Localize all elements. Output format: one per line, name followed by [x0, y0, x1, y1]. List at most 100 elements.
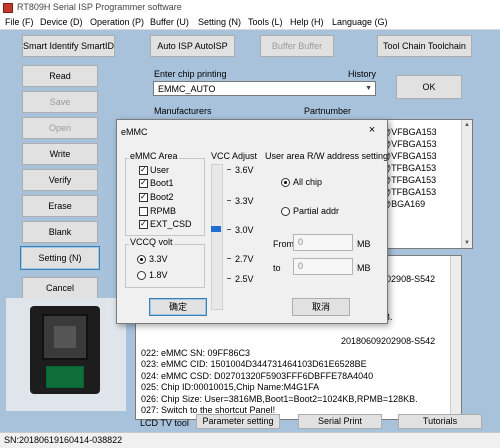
- check-icon: ✓: [140, 218, 147, 228]
- verify-button[interactable]: Verify: [22, 169, 98, 191]
- manufacturers-label: Manufacturers: [154, 106, 212, 116]
- scrollbar[interactable]: ▲ ▼: [461, 120, 472, 248]
- menu-setting[interactable]: Setting (N): [198, 17, 241, 27]
- vcc-tick-label: 2.5V: [235, 274, 254, 284]
- erase-button[interactable]: Erase: [22, 195, 98, 217]
- window-title: RT809H Serial ISP Programmer software: [17, 2, 182, 12]
- confirm-button[interactable]: 确定: [149, 298, 207, 316]
- auto-isp-button[interactable]: Auto ISP AutoISP: [150, 35, 235, 57]
- boot2-checkbox[interactable]: ✓ Boot2: [139, 192, 174, 202]
- cancel-button[interactable]: Cancel: [22, 277, 98, 299]
- status-bar: SN:20180619160414-038822: [0, 432, 500, 448]
- chip-socket-window: [42, 314, 88, 360]
- from-unit: MB: [357, 239, 371, 249]
- smart-identify-button[interactable]: Smart Identify SmartID: [22, 35, 115, 57]
- list-item[interactable]: @VFBGA153: [382, 151, 437, 161]
- log-line: 026: Chip Size: User=3816MB,Boot1=Boot2=…: [141, 394, 418, 404]
- dialog-cancel-button[interactable]: 取消: [292, 298, 350, 316]
- log-line: 025: Chip ID:00010015,Chip Name:M4G1FA: [141, 382, 320, 392]
- tick-mark: [227, 258, 231, 259]
- chip-printing-combo[interactable]: EMMC_AUTO ▼: [153, 81, 376, 96]
- dialog-title: eMMC: [121, 127, 148, 137]
- tick-mark: [227, 278, 231, 279]
- check-icon: ✓: [140, 177, 147, 187]
- to-input[interactable]: 0: [293, 258, 353, 275]
- scrollbar[interactable]: [450, 256, 461, 419]
- title-bar: RT809H Serial ISP Programmer software: [0, 0, 500, 16]
- log-line: 022: eMMC SN: 09FF86C3: [141, 348, 251, 358]
- user-area-title: User area R/W address setting: [265, 151, 389, 161]
- setting-button[interactable]: Setting (N): [20, 246, 100, 270]
- list-item[interactable]: @VFBGA153: [382, 127, 437, 137]
- from-label: From: [273, 239, 294, 249]
- emmc-dialog: eMMC × eMMC Area ✓ User ✓ Boot1 ✓ Boot2 RPM…: [116, 119, 388, 324]
- buffer-button[interactable]: Buffer Buffer: [260, 35, 334, 57]
- tool-chain-button[interactable]: Tool Chain Toolchain: [377, 35, 472, 57]
- to-unit: MB: [357, 263, 371, 273]
- programmer-image: [6, 298, 126, 411]
- vccq-1v8-radio[interactable]: 1.8V: [137, 270, 168, 280]
- history-label: History: [348, 69, 377, 79]
- scroll-down-icon[interactable]: ▼: [464, 240, 470, 246]
- blank-button[interactable]: Blank: [22, 221, 98, 243]
- read-button[interactable]: Read: [22, 65, 98, 87]
- menu-operation[interactable]: Operation (P): [90, 17, 144, 27]
- all-chip-radio[interactable]: All chip: [281, 177, 322, 187]
- check-icon: ✓: [140, 164, 147, 174]
- menu-bar: File (F) Device (D) Operation (P) Buffer…: [0, 16, 500, 30]
- tutorials-button[interactable]: Tutorials: [398, 414, 482, 429]
- menu-help[interactable]: Help (H): [290, 17, 324, 27]
- menu-tools[interactable]: Tools (L): [248, 17, 283, 27]
- lcd-tv-tool-label[interactable]: LCD TV tool: [140, 418, 189, 428]
- menu-language[interactable]: Language (G): [332, 17, 388, 27]
- scroll-up-icon[interactable]: ▲: [464, 122, 470, 128]
- partial-addr-radio[interactable]: Partial addr: [281, 206, 339, 216]
- vcc-slider-thumb[interactable]: [211, 226, 221, 232]
- user-checkbox[interactable]: ✓ User: [139, 165, 169, 175]
- log-line: 023: eMMC CID: 1501004D344731464103D61E6…: [141, 359, 367, 369]
- vccq-3v3-radio[interactable]: 3.3V: [137, 254, 168, 264]
- chip-printing-value: EMMC_AUTO: [158, 84, 216, 94]
- vccq-title: VCCQ volt: [129, 237, 174, 247]
- list-item[interactable]: @TFBGA153: [382, 175, 436, 185]
- list-item[interactable]: @VFBGA153: [382, 139, 437, 149]
- tick-mark: [227, 200, 231, 201]
- check-icon: ✓: [140, 191, 147, 201]
- list-item[interactable]: @BGA169: [382, 199, 425, 209]
- vcc-tick-label: 3.6V: [235, 165, 254, 175]
- tick-mark: [227, 169, 231, 170]
- chevron-down-icon[interactable]: ▼: [365, 85, 372, 92]
- ok-button[interactable]: OK: [396, 75, 462, 99]
- list-item[interactable]: @TFBGA153: [382, 163, 436, 173]
- boot1-checkbox[interactable]: ✓ Boot1: [139, 178, 174, 188]
- list-item[interactable]: @TFBGA153: [382, 187, 436, 197]
- vcc-tick-label: 3.3V: [235, 196, 254, 206]
- close-icon[interactable]: ×: [363, 124, 381, 138]
- serial-number: SN:20180619160414-038822: [4, 435, 123, 445]
- serial-print-button[interactable]: Serial Print: [298, 414, 382, 429]
- from-input[interactable]: 0: [293, 234, 353, 251]
- partnumber-label: Partnumber: [304, 106, 352, 116]
- ext-csd-checkbox[interactable]: ✓ EXT_CSD: [139, 219, 192, 229]
- vcc-tick-label: 2.7V: [235, 254, 254, 264]
- programmer-board: [30, 306, 100, 394]
- log-line: 024: eMMC CSD: D02701320F5903FFF6DBFFE78…: [141, 371, 374, 381]
- chip-icon: [54, 326, 76, 348]
- menu-device[interactable]: Device (D): [40, 17, 83, 27]
- parameter-setting-button[interactable]: Parameter setting: [196, 414, 280, 429]
- vcc-slider-track[interactable]: [211, 164, 223, 310]
- vcc-tick-label: 3.0V: [235, 225, 254, 235]
- vcc-adjust-title: VCC Adjust: [211, 151, 258, 161]
- emmc-area-title: eMMC Area: [129, 151, 179, 161]
- tick-mark: [227, 229, 231, 230]
- vccq-group: [125, 244, 205, 288]
- rpmb-checkbox[interactable]: RPMB: [139, 206, 176, 216]
- menu-file[interactable]: File (F): [5, 17, 34, 27]
- socket-adapter: [46, 366, 84, 388]
- write-button[interactable]: Write: [22, 143, 98, 165]
- menu-buffer[interactable]: Buffer (U): [150, 17, 189, 27]
- app-icon: [3, 3, 13, 13]
- open-button[interactable]: Open: [22, 117, 98, 139]
- log-line: 20180609202908-S542: [341, 336, 436, 346]
- save-button[interactable]: Save: [22, 91, 98, 113]
